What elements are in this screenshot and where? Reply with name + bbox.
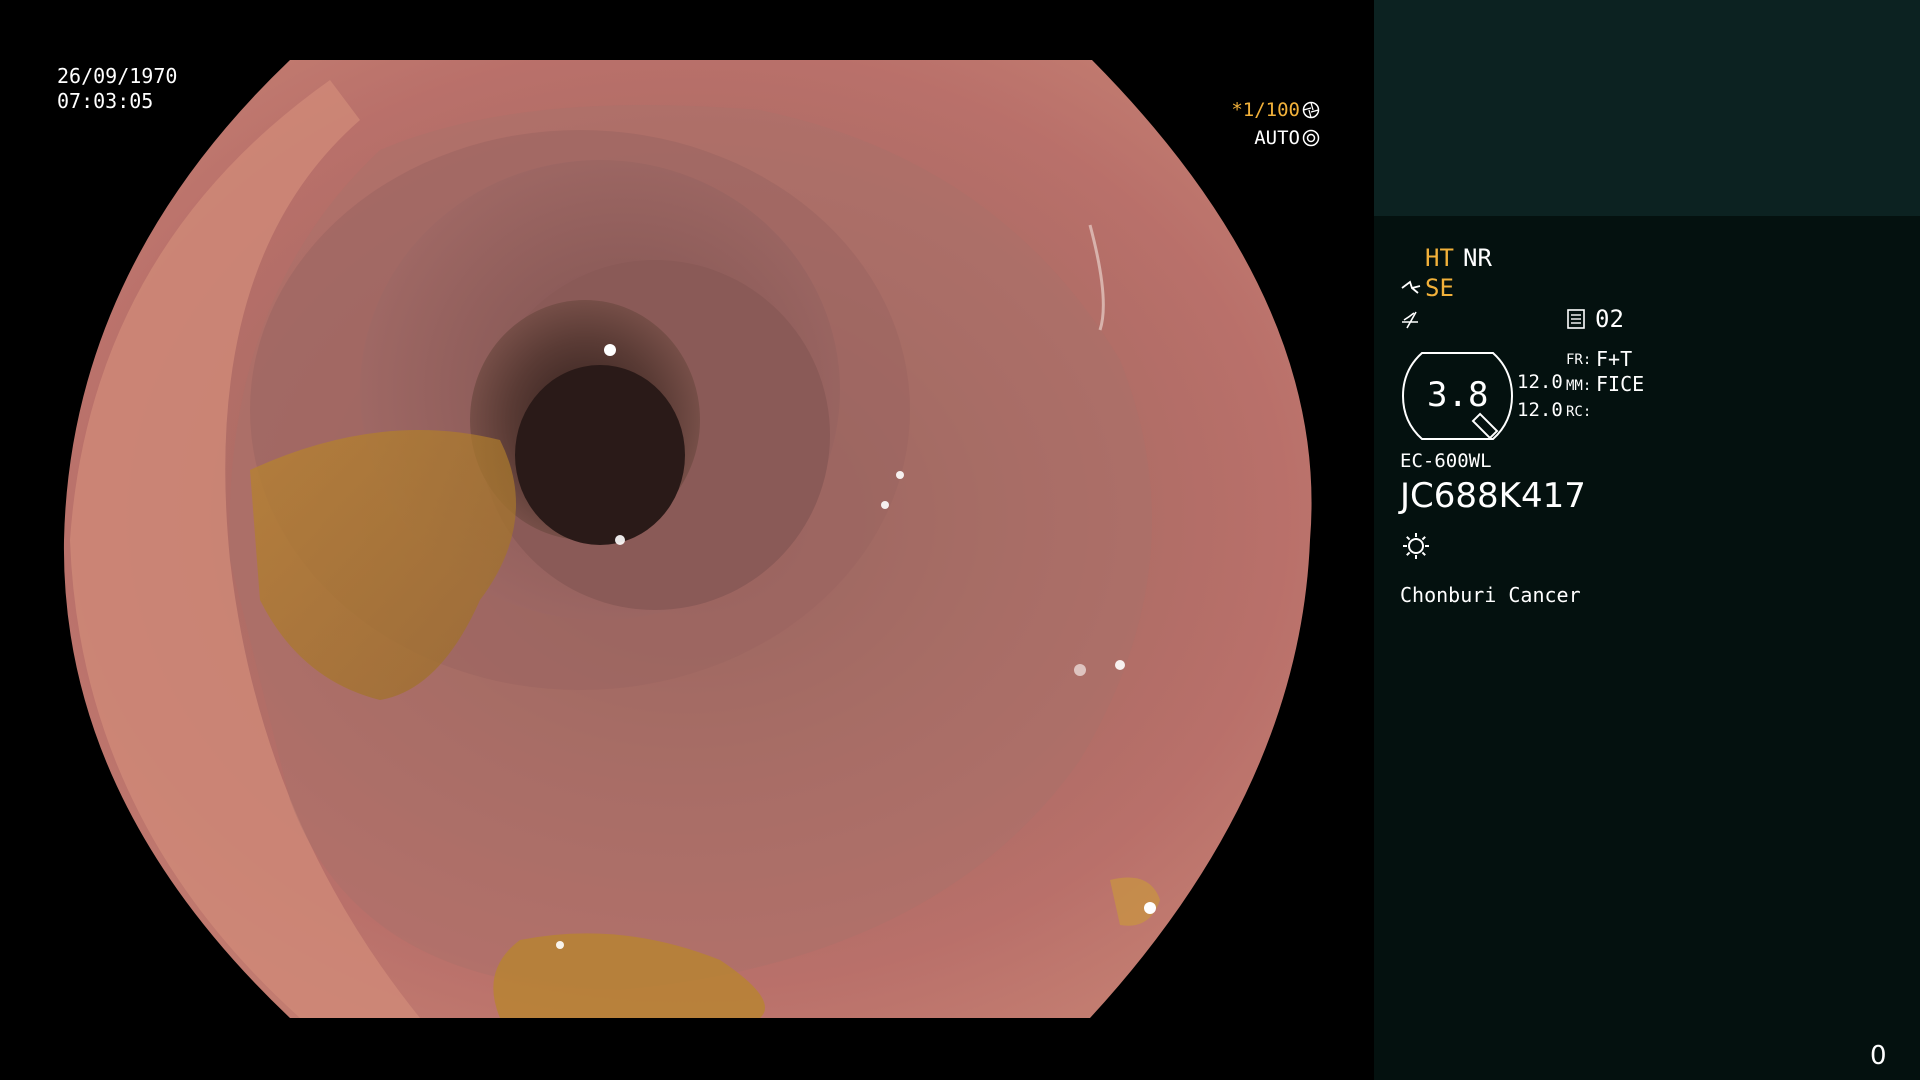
endoscopy-screen: 26/09/1970 07:03:05 *1/100 AUTO HT NR SE…	[0, 0, 1920, 1080]
fr-value: F+T	[1596, 347, 1633, 371]
zoom-value: 3.8	[1427, 375, 1489, 415]
mm-key: MM:	[1566, 378, 1592, 394]
colon-lumen-image	[63, 60, 1312, 1018]
fr-key: FR:	[1566, 352, 1592, 368]
scope-serial: JC688K417	[1400, 476, 1586, 516]
shutter-speed: *1/100	[1231, 99, 1300, 121]
mm-value: FICE	[1596, 372, 1645, 396]
scope-tip-icon	[1401, 280, 1421, 294]
info-panel	[1374, 0, 1920, 1080]
shutter-icon	[1302, 101, 1320, 119]
enhancement-icon	[1402, 311, 1418, 329]
shutter-speed-indicator: *1/100	[1180, 101, 1320, 120]
scope-model: EC-600WL	[1400, 450, 1492, 472]
iris-mode: AUTO	[1254, 127, 1300, 149]
institution-name: Chonburi Cancer	[1400, 583, 1581, 607]
image-counter: 0	[1870, 1041, 1887, 1071]
level-value-1: 12.0	[1517, 371, 1563, 393]
ht-indicator: HT	[1425, 244, 1454, 272]
rc-key: RC:	[1566, 404, 1592, 420]
iris-icon	[1302, 129, 1320, 147]
endoscope-image	[0, 0, 1374, 1080]
level-value-2: 12.0	[1517, 399, 1563, 421]
exam-date: 26/09/1970	[57, 64, 178, 88]
nr-indicator: NR	[1463, 244, 1492, 272]
info-panel-header	[1374, 0, 1920, 216]
exam-time: 07:03:05	[57, 89, 154, 113]
memory-card-icon	[1567, 309, 1585, 329]
iris-mode-indicator: AUTO	[1180, 129, 1320, 148]
memory-slot: 02	[1595, 305, 1624, 333]
light-source-icon	[1403, 533, 1429, 559]
se-indicator: SE	[1425, 274, 1454, 302]
